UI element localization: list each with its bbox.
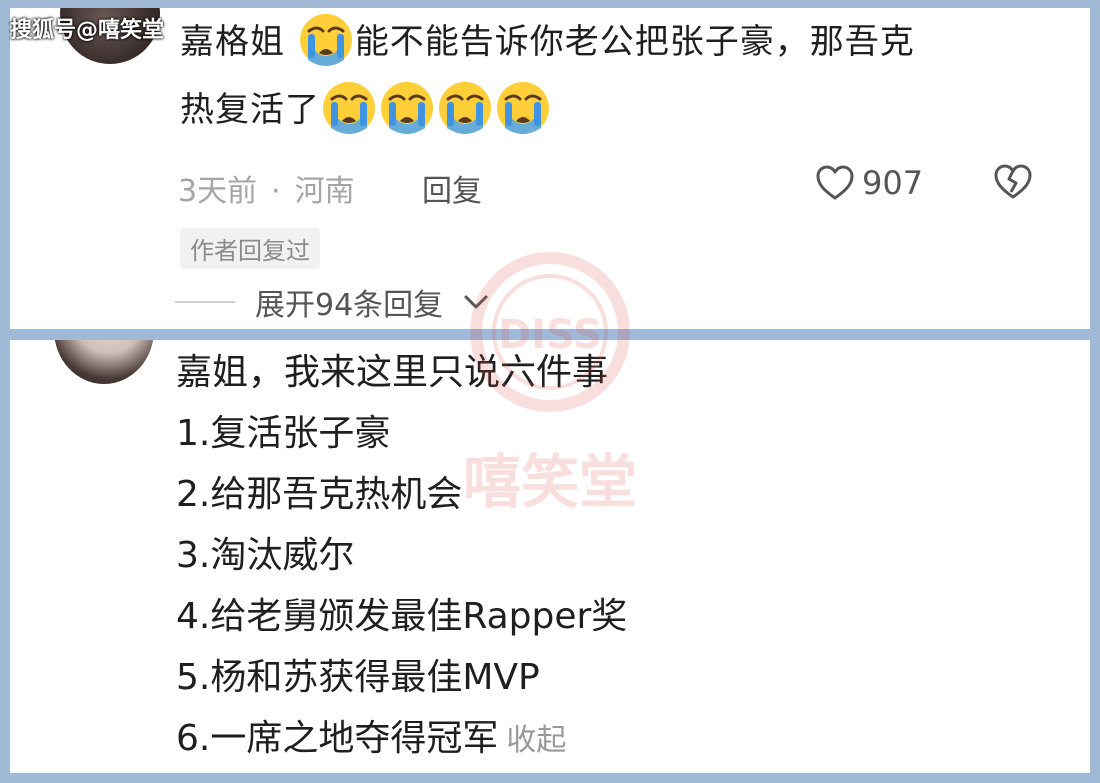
comment-meta: 3天前 · 河南 [178, 166, 355, 210]
heart-icon [816, 165, 854, 200]
crying-face-icon [321, 80, 377, 136]
expand-replies-label: 展开94条回复 [255, 288, 444, 323]
comment-line: 5.杨和苏获得最佳MVP [176, 657, 540, 698]
crying-face-icon [437, 80, 493, 136]
dislike-button[interactable] [994, 164, 1032, 204]
reply-button[interactable]: 回复 [422, 166, 482, 210]
crying-face-icon [495, 80, 551, 136]
source-watermark: 搜狐号@嘻笑堂 [10, 18, 165, 43]
like-count: 907 [862, 164, 924, 202]
comment-line: 6.一席之地夺得冠军 [176, 718, 499, 759]
comment-line-last: 6.一席之地夺得冠军 收起 [176, 708, 627, 769]
comment-line: 1.复活张子豪 [176, 413, 391, 454]
comment-card: 嘉格姐 能不能告诉你老公把张子豪，那吾克 热复活了 3天前 · 河南 回复 907 … [10, 8, 1090, 329]
meta-separator: · [271, 174, 281, 209]
comment-time: 3天前 [178, 174, 258, 209]
divider-line [175, 301, 235, 303]
broken-heart-icon [994, 164, 1032, 199]
chevron-down-icon [464, 295, 488, 309]
comment-line: 2.给那吾克热机会 [176, 474, 463, 515]
comment-text: 嘉格姐 能不能告诉你老公把张子豪，那吾克 热复活了 [180, 8, 1060, 144]
crying-face-icon [298, 12, 354, 68]
comment-line: 4.给老舅颁发最佳Rapper奖 [176, 596, 628, 637]
comment-line: 嘉姐，我来这里只说六件事 [176, 352, 609, 393]
comment-line: 3.淘汰威尔 [176, 535, 355, 576]
comment-text: 嘉姐，我来这里只说六件事 1.复活张子豪 2.给那吾克热机会 3.淘汰威尔 4.… [176, 342, 627, 769]
author-replied-badge: 作者回复过 [180, 228, 320, 269]
comment-card: 嘉姐，我来这里只说六件事 1.复活张子豪 2.给那吾克热机会 3.淘汰威尔 4.… [10, 340, 1090, 773]
collapse-button[interactable]: 收起 [506, 723, 566, 758]
comment-location: 河南 [294, 174, 355, 209]
avatar[interactable] [54, 340, 154, 384]
crying-face-icon [379, 80, 435, 136]
expand-replies-button[interactable]: 展开94条回复 [175, 280, 489, 324]
comment-text-segment: 热复活了 [180, 90, 320, 130]
comment-text-segment: 能不能告诉你老公把张子豪，那吾克 [354, 22, 915, 62]
like-button[interactable]: 907 [816, 164, 923, 202]
comment-text-segment: 嘉格姐 [180, 22, 297, 62]
